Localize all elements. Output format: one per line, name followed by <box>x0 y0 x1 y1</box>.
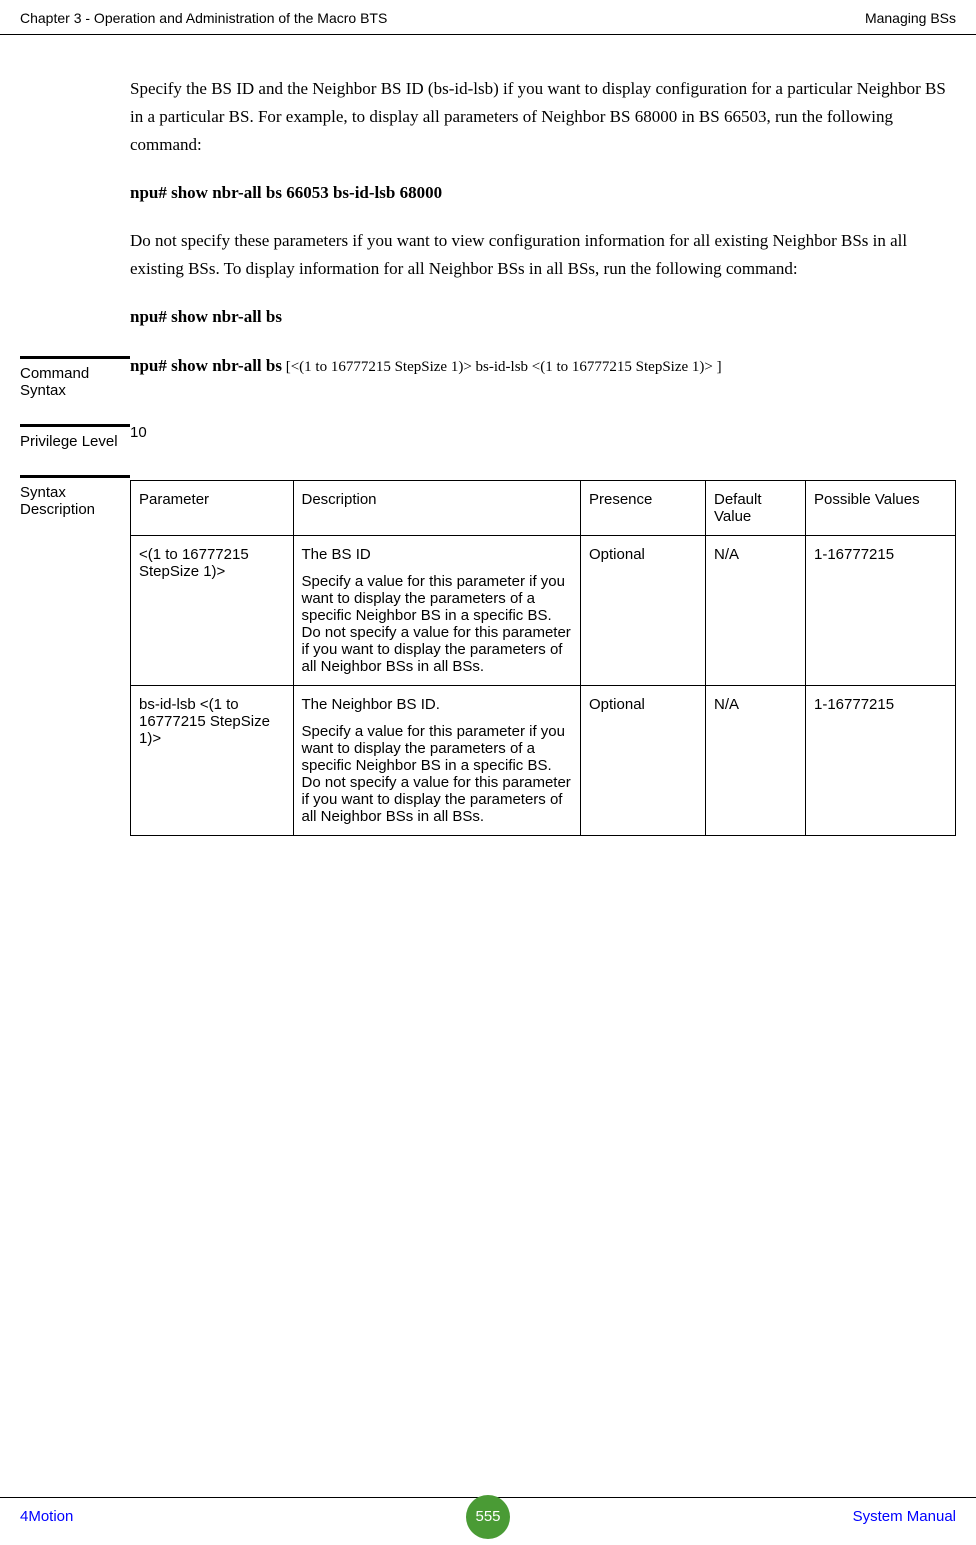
th-default: Default Value <box>706 481 806 536</box>
intro-paragraph-2: Do not specify these parameters if you w… <box>130 227 956 283</box>
command-example-1: npu# show nbr-all bs 66053 bs-id-lsb 680… <box>130 179 956 207</box>
table-row: bs-id-lsb <(1 to 16777215 StepSize 1)> T… <box>131 686 956 836</box>
desc-line-2: Specify a value for this parameter if yo… <box>302 573 573 675</box>
cell-description: The Neighbor BS ID. Specify a value for … <box>293 686 581 836</box>
header-right: Managing BSs <box>865 10 956 26</box>
parameter-table: Parameter Description Presence Default V… <box>130 480 956 836</box>
cell-default: N/A <box>706 686 806 836</box>
command-syntax-label: Command Syntax <box>20 356 130 399</box>
command-syntax-value: npu# show nbr-all bs [<(1 to 16777215 St… <box>130 356 956 399</box>
cell-possible: 1-16777215 <box>806 536 956 686</box>
syntax-description-section: Syntax Description Parameter Description… <box>0 475 976 836</box>
page-header: Chapter 3 - Operation and Administration… <box>0 0 976 35</box>
desc-line-1: The BS ID <box>302 546 573 563</box>
command-syntax-bold: npu# show nbr-all bs <box>130 356 282 375</box>
command-example-2: npu# show nbr-all bs <box>130 303 956 331</box>
th-possible: Possible Values <box>806 481 956 536</box>
cell-parameter: bs-id-lsb <(1 to 16777215 StepSize 1)> <box>131 686 294 836</box>
privilege-section: Privilege Level 10 <box>0 424 976 450</box>
command-syntax-section: Command Syntax npu# show nbr-all bs [<(1… <box>0 356 976 399</box>
header-left: Chapter 3 - Operation and Administration… <box>20 10 387 26</box>
table-row: <(1 to 16777215 StepSize 1)> The BS ID S… <box>131 536 956 686</box>
th-description: Description <box>293 481 581 536</box>
body-content: Specify the BS ID and the Neighbor BS ID… <box>0 75 976 331</box>
footer-left: 4Motion <box>20 1508 73 1525</box>
table-header-row: Parameter Description Presence Default V… <box>131 481 956 536</box>
cell-default: N/A <box>706 536 806 686</box>
privilege-value: 10 <box>130 424 956 450</box>
privilege-label: Privilege Level <box>20 424 130 450</box>
th-presence: Presence <box>581 481 706 536</box>
cell-possible: 1-16777215 <box>806 686 956 836</box>
cell-presence: Optional <box>581 536 706 686</box>
page-number-badge: 555 <box>466 1495 510 1539</box>
cell-presence: Optional <box>581 686 706 836</box>
cell-description: The BS ID Specify a value for this param… <box>293 536 581 686</box>
cell-parameter: <(1 to 16777215 StepSize 1)> <box>131 536 294 686</box>
page-footer: 4Motion 555 System Manual <box>0 1497 976 1545</box>
desc-line-1: The Neighbor BS ID. <box>302 696 573 713</box>
footer-right: System Manual <box>853 1508 956 1525</box>
th-parameter: Parameter <box>131 481 294 536</box>
command-syntax-rest: [<(1 to 16777215 StepSize 1)> bs-id-lsb … <box>282 359 722 375</box>
syntax-description-content: Parameter Description Presence Default V… <box>130 475 956 836</box>
intro-paragraph-1: Specify the BS ID and the Neighbor BS ID… <box>130 75 956 159</box>
desc-line-2: Specify a value for this parameter if yo… <box>302 723 573 825</box>
syntax-description-label: Syntax Description <box>20 475 130 836</box>
